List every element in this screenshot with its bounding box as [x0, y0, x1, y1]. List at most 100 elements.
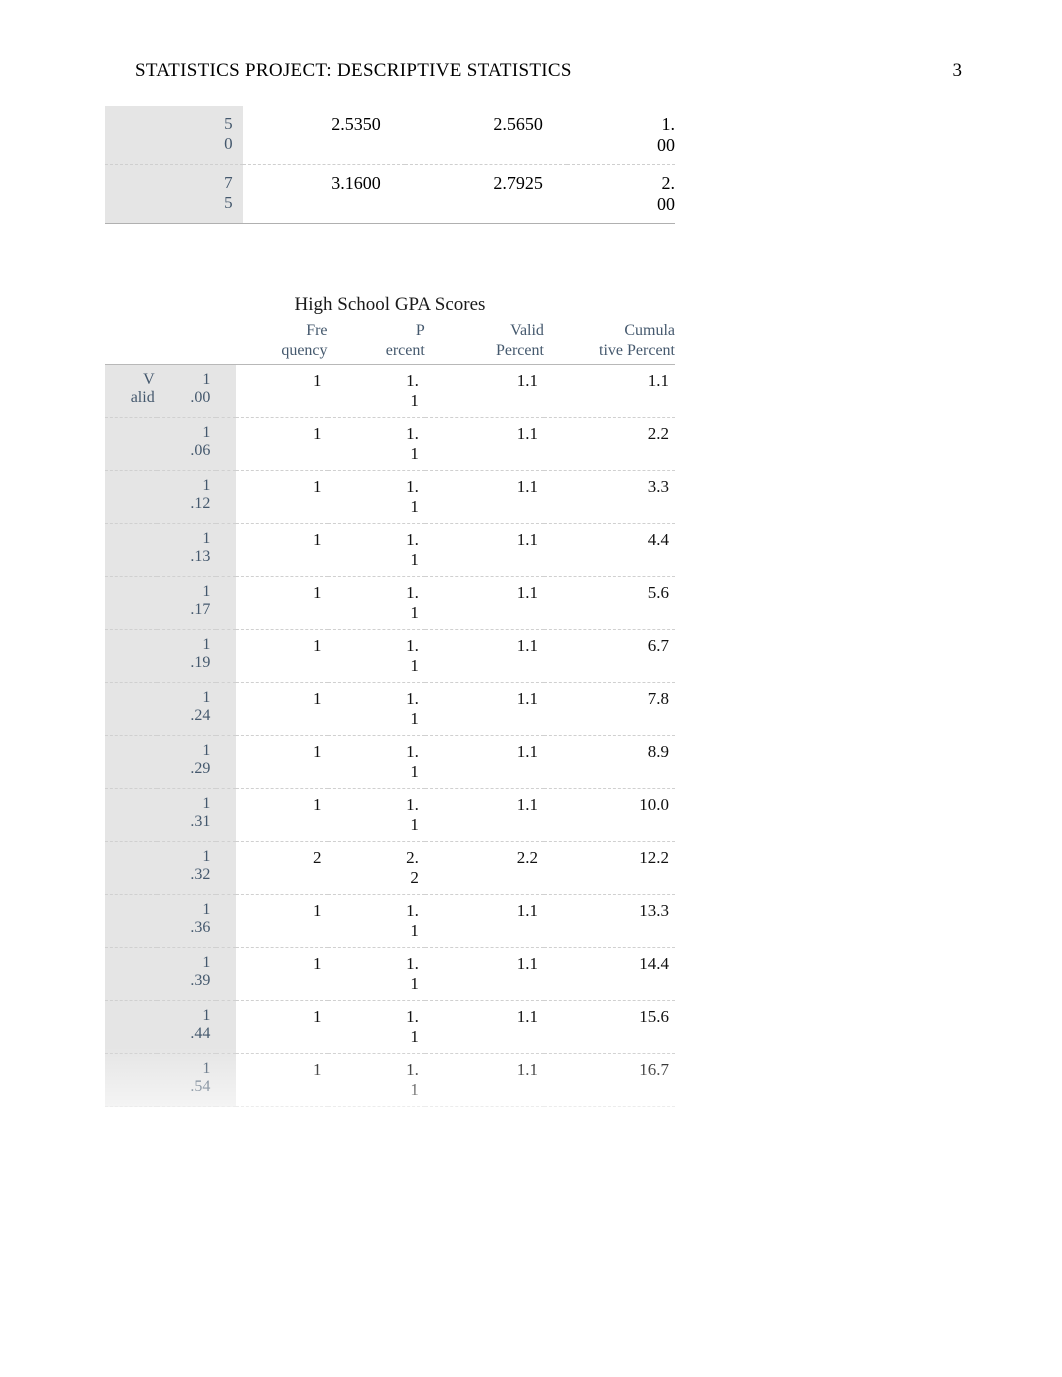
cumulative-percent-cell: 15.6	[544, 1001, 675, 1054]
gpa-value: 1.31	[157, 789, 217, 842]
page-header: STATISTICS PROJECT: DESCRIPTIVE STATISTI…	[135, 60, 962, 82]
document-page: STATISTICS PROJECT: DESCRIPTIVE STATISTI…	[0, 0, 1062, 1167]
frequency-cell: 1	[236, 1001, 327, 1054]
pctile-value-1: 3.1600	[243, 165, 405, 224]
gpa-value-pad	[216, 1001, 236, 1054]
gpa-value: 1.24	[157, 683, 217, 736]
table-row: 1.2911.11.18.9	[105, 736, 675, 789]
percent-cell: 1.1	[328, 418, 425, 471]
percent-cell: 1.1	[328, 1054, 425, 1107]
valid-percent-cell: 1.1	[425, 418, 544, 471]
valid-percent-cell: 1.1	[425, 365, 544, 418]
col-header-percent-a: P	[328, 320, 425, 342]
running-head: STATISTICS PROJECT: DESCRIPTIVE STATISTI…	[135, 60, 572, 82]
col-header-frequency-b: quency	[236, 342, 327, 365]
valid-label	[105, 577, 157, 630]
table-row: 1.0611.11.12.2	[105, 418, 675, 471]
valid-label: Valid	[105, 365, 157, 418]
frequency-cell: 1	[236, 1054, 327, 1107]
pctile-value-1: 2.5350	[243, 106, 405, 165]
gpa-value: 1.29	[157, 736, 217, 789]
cumulative-percent-cell: 3.3	[544, 471, 675, 524]
gpa-value-pad	[216, 418, 236, 471]
pctile-value-2: 2.5650	[405, 106, 567, 165]
valid-label	[105, 524, 157, 577]
pctile-label-b: 7 5	[105, 165, 243, 224]
gpa-value: 1.19	[157, 630, 217, 683]
frequency-cell: 1	[236, 736, 327, 789]
valid-label	[105, 471, 157, 524]
cumulative-percent-cell: 1.1	[544, 365, 675, 418]
cumulative-percent-cell: 5.6	[544, 577, 675, 630]
valid-percent-cell: 1.1	[425, 1001, 544, 1054]
percent-cell: 1.1	[328, 736, 425, 789]
cumulative-percent-cell: 6.7	[544, 630, 675, 683]
gpa-value-pad	[216, 524, 236, 577]
gpa-value: 1.32	[157, 842, 217, 895]
cumulative-percent-cell: 10.0	[544, 789, 675, 842]
valid-percent-cell: 1.1	[425, 948, 544, 1001]
frequency-cell: 1	[236, 895, 327, 948]
valid-label	[105, 1001, 157, 1054]
gpa-value: 1.12	[157, 471, 217, 524]
frequency-cell: 1	[236, 683, 327, 736]
percent-cell: 1.1	[328, 577, 425, 630]
col-header-valid-a: Valid	[425, 320, 544, 342]
gpa-value: 1.17	[157, 577, 217, 630]
col-header-frequency-a: Fre	[236, 320, 327, 342]
table-row: 1.3111.11.110.0	[105, 789, 675, 842]
frequency-cell: 1	[236, 948, 327, 1001]
table-row: 1.1311.11.14.4	[105, 524, 675, 577]
frequency-cell: 1	[236, 630, 327, 683]
cumulative-percent-cell: 4.4	[544, 524, 675, 577]
table-row: 1.3911.11.114.4	[105, 948, 675, 1001]
valid-percent-cell: 1.1	[425, 789, 544, 842]
gpa-value-pad	[216, 948, 236, 1001]
col-header-cumulative-a: Cumula	[544, 320, 675, 342]
frequency-cell: 1	[236, 418, 327, 471]
table-row: 1.4411.11.115.6	[105, 1001, 675, 1054]
percent-cell: 1.1	[328, 1001, 425, 1054]
table-row: 1.1211.11.13.3	[105, 471, 675, 524]
frequency-cell: 1	[236, 789, 327, 842]
pctile-value-3: 2. 00	[567, 165, 675, 224]
gpa-value: 1.36	[157, 895, 217, 948]
valid-percent-cell: 1.1	[425, 895, 544, 948]
gpa-value-pad	[216, 683, 236, 736]
freq-table-title: High School GPA Scores	[105, 294, 675, 316]
table-row: 1.3222.22.212.2	[105, 842, 675, 895]
col-header-cumulative-b: tive Percent	[544, 342, 675, 365]
table-header-row: Fre P Valid Cumula	[105, 320, 675, 342]
table-row: Valid1.0011.11.11.1	[105, 365, 675, 418]
gpa-value-pad	[216, 630, 236, 683]
percent-cell: 1.1	[328, 948, 425, 1001]
gpa-value-pad	[216, 842, 236, 895]
valid-percent-cell: 2.2	[425, 842, 544, 895]
pctile-label-a: 5 0	[105, 106, 243, 165]
col-header-percent-b: ercent	[328, 342, 425, 365]
gpa-value-pad	[216, 471, 236, 524]
valid-percent-cell: 1.1	[425, 630, 544, 683]
table-row: 1.2411.11.17.8	[105, 683, 675, 736]
page-number: 3	[953, 60, 963, 82]
table-row: 1.5411.11.116.7	[105, 1054, 675, 1107]
cumulative-percent-cell: 7.8	[544, 683, 675, 736]
gpa-value: 1.06	[157, 418, 217, 471]
percent-cell: 1.1	[328, 683, 425, 736]
cumulative-percent-cell: 12.2	[544, 842, 675, 895]
valid-label	[105, 418, 157, 471]
gpa-value-pad	[216, 736, 236, 789]
cumulative-percent-cell: 2.2	[544, 418, 675, 471]
gpa-value-pad	[216, 895, 236, 948]
pctile-value-3: 1. 00	[567, 106, 675, 165]
frequency-cell: 1	[236, 577, 327, 630]
percentiles-table: 5 0 2.5350 2.5650 1. 00 7 5 3.1600 2.792…	[105, 106, 675, 224]
valid-percent-cell: 1.1	[425, 736, 544, 789]
table-row: 1.3611.11.113.3	[105, 895, 675, 948]
col-header-valid-b: Percent	[425, 342, 544, 365]
gpa-value: 1.44	[157, 1001, 217, 1054]
gpa-value: 1.39	[157, 948, 217, 1001]
table-row: 5 0 2.5350 2.5650 1. 00	[105, 106, 675, 165]
valid-percent-cell: 1.1	[425, 683, 544, 736]
cumulative-percent-cell: 8.9	[544, 736, 675, 789]
